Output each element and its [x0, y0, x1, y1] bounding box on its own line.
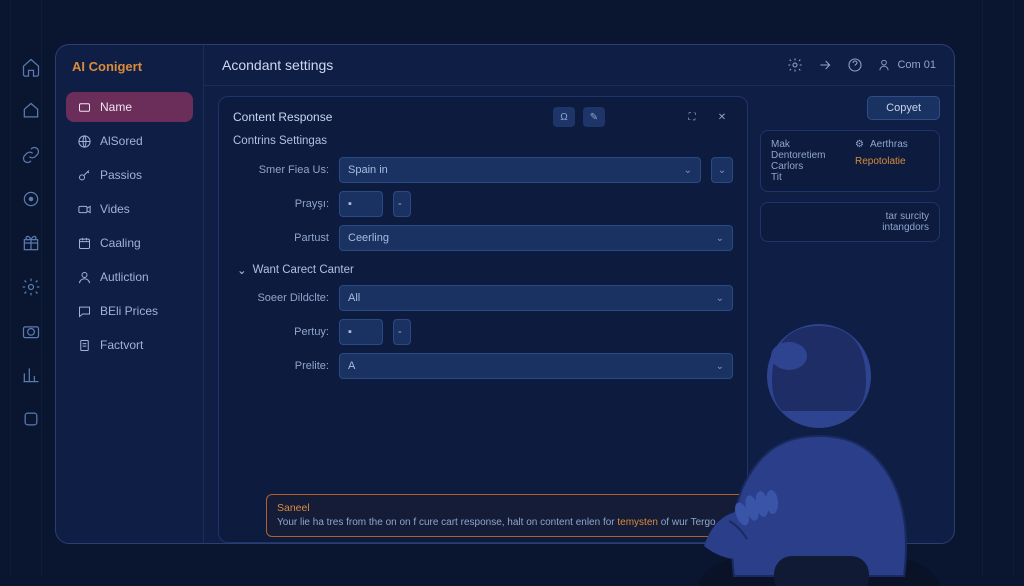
sidebar-item-label: Caaling — [100, 236, 141, 250]
warning-notice: Saneel Your lie ha tres from the on on f… — [266, 494, 746, 537]
pertuy-select[interactable]: ▪ — [339, 319, 383, 345]
field-pertuy: Pertuy: ▪ - — [251, 319, 733, 345]
gift-icon[interactable] — [20, 232, 42, 254]
sidebar-item-label: Passios — [100, 168, 142, 182]
settings-gear-icon[interactable] — [787, 57, 803, 73]
user-label: Com 01 — [897, 59, 936, 71]
doc-icon — [76, 337, 92, 353]
partust-select[interactable]: Ceerling⌄ — [339, 225, 733, 251]
sidebar-item-label: Autliction — [100, 270, 149, 284]
pertuy-select-b[interactable]: - — [393, 319, 411, 345]
field-soeer: Soeer Dildclte: All⌄ — [251, 285, 733, 311]
side-panel: Copyet Mak Dentoretiem Carlors Tit ⚙Aert… — [760, 96, 940, 543]
collapse-header[interactable]: ⌄ Want Carect Canter — [237, 263, 733, 277]
field-partust: Partust Ceerling⌄ — [251, 225, 733, 251]
copy-button[interactable]: Copyet — [867, 96, 940, 120]
sidebar-item-autliction[interactable]: Autliction — [66, 262, 193, 292]
key-icon — [76, 167, 92, 183]
app-window: AI Conigert Name AlSored Passios Vides C… — [55, 44, 955, 544]
close-icon[interactable]: ✕ — [711, 107, 733, 127]
field-smer-fiea: Smer Fiea Us: Spain in⌄ ⌄ — [251, 157, 733, 183]
sidebar-item-label: BEli Prices — [100, 304, 158, 318]
sidebar-item-alsored[interactable]: AlSored — [66, 126, 193, 156]
section-label: Contrins Settingas — [233, 135, 733, 147]
forward-arrow-icon[interactable] — [817, 57, 833, 73]
chevron-down-icon: ⌄ — [237, 263, 247, 277]
brand-label: AI Conigert — [66, 59, 193, 88]
dot-icon[interactable] — [20, 188, 42, 210]
field-label: Smer Fiea Us: — [251, 164, 329, 176]
edit-icon[interactable]: ✎ — [583, 107, 605, 127]
home-icon[interactable] — [20, 56, 42, 78]
panel-title: Content Response — [233, 110, 332, 124]
praysi-select[interactable]: ▪ — [339, 191, 383, 217]
prelite-select[interactable]: A⌄ — [339, 353, 733, 379]
gear-icon: ⚙ — [855, 139, 864, 150]
expand-icon[interactable]: ⛶ — [681, 107, 703, 127]
soeer-select[interactable]: All⌄ — [339, 285, 733, 311]
notice-body: Your lie ha tres from the on on f cure c… — [277, 516, 735, 530]
field-prelite: Prelite: A⌄ — [251, 353, 733, 379]
field-praysi: Prayşı: ▪ - — [251, 191, 733, 217]
gear-icon[interactable] — [20, 276, 42, 298]
chart-icon[interactable] — [20, 364, 42, 386]
page-title: Acondant settings — [222, 57, 333, 73]
sidebar-item-label: Name — [100, 100, 132, 114]
video-icon — [76, 201, 92, 217]
house-icon[interactable] — [20, 100, 42, 122]
user-icon — [76, 269, 92, 285]
field-label: Pertuy: — [251, 326, 329, 338]
main-header: Acondant settings Com 01 — [204, 45, 954, 86]
accent-link[interactable]: Repotolatie — [855, 156, 929, 167]
camera-icon[interactable] — [20, 320, 42, 342]
sidebar: AI Conigert Name AlSored Passios Vides C… — [56, 45, 204, 543]
sidebar-item-label: AlSored — [100, 134, 143, 148]
square-icon[interactable] — [20, 408, 42, 430]
notice-title: Saneel — [277, 501, 735, 516]
user-badge[interactable]: Com 01 — [877, 58, 936, 72]
sidebar-item-prices[interactable]: BEli Prices — [66, 296, 193, 326]
field-label: Soeer Dildclte: — [251, 292, 329, 304]
sidebar-item-factvort[interactable]: Factvort — [66, 330, 193, 360]
info-card-2: tar surcity intangdors — [760, 202, 940, 242]
smer-fiea-select[interactable]: Spain in⌄ — [339, 157, 701, 183]
cal-icon — [76, 235, 92, 251]
sidebar-item-name[interactable]: Name — [66, 92, 193, 122]
sidebar-item-label: Vides — [100, 202, 130, 216]
field-label: Prelite: — [251, 360, 329, 372]
sidebar-item-passios[interactable]: Passios — [66, 160, 193, 190]
globe-icon — [76, 133, 92, 149]
sidebar-item-label: Factvort — [100, 338, 143, 352]
field-label: Partust — [251, 232, 329, 244]
sidebar-item-vides[interactable]: Vides — [66, 194, 193, 224]
sidebar-item-caaling[interactable]: Caaling — [66, 228, 193, 258]
link-icon[interactable] — [20, 144, 42, 166]
chat-icon — [76, 303, 92, 319]
help-icon[interactable] — [847, 57, 863, 73]
praysi-select-b[interactable]: - — [393, 191, 411, 217]
system-rail — [14, 56, 48, 430]
field-label: Prayşı: — [251, 198, 329, 210]
history-icon[interactable]: Ω — [553, 107, 575, 127]
chevron-down-icon[interactable]: ⌄ — [711, 157, 733, 183]
info-card-1: Mak Dentoretiem Carlors Tit ⚙Aerthras Re… — [760, 130, 940, 192]
content-response-panel: Content Response Ω ✎ ⛶ ✕ Contrins Settin… — [218, 96, 748, 543]
id-icon — [76, 99, 92, 115]
main-panel: Acondant settings Com 01 Content Respons… — [204, 45, 954, 543]
